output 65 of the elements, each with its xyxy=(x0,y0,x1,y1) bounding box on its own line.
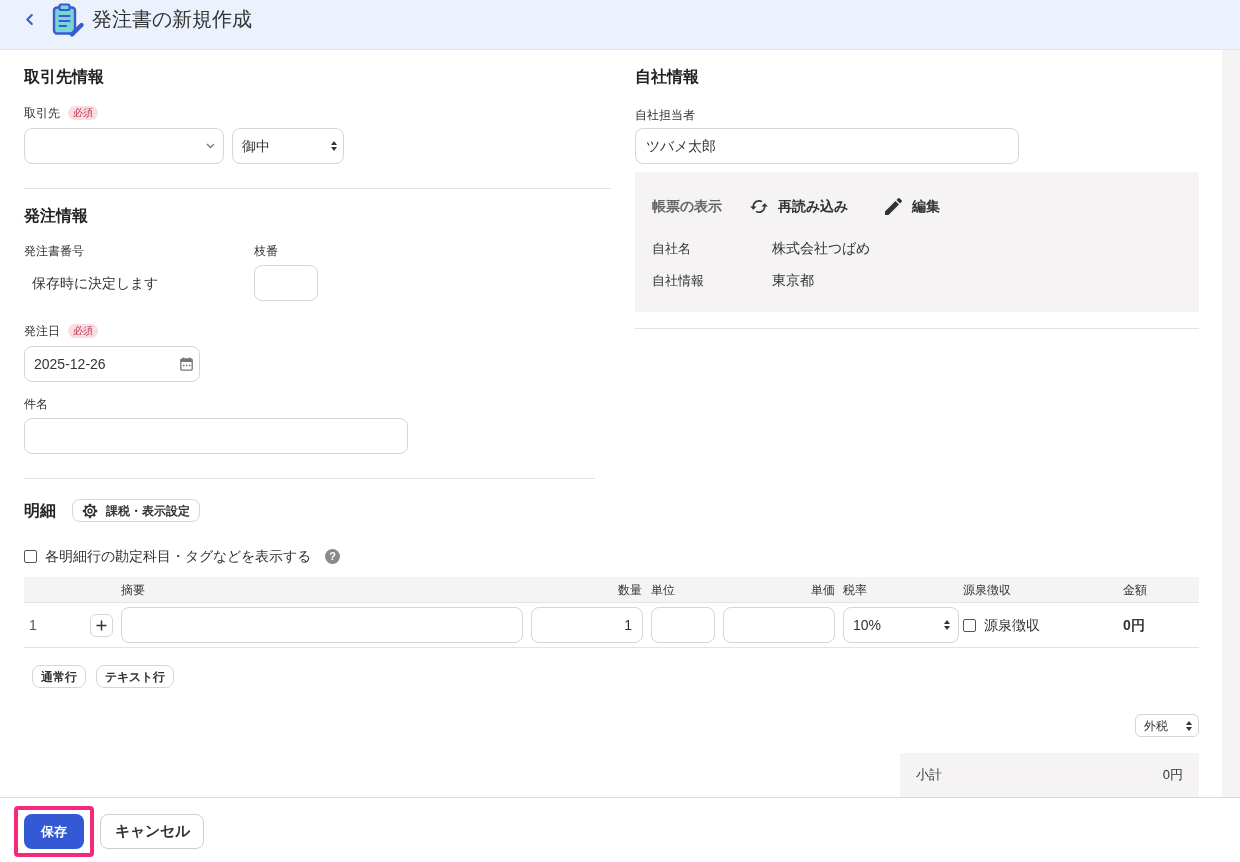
cancel-button[interactable]: キャンセル xyxy=(100,814,204,849)
required-badge: 必須 xyxy=(68,106,98,120)
section-heading: 発注情報 xyxy=(24,206,88,226)
section-heading: 明細 xyxy=(24,500,56,521)
column-header: 税率 xyxy=(843,582,867,597)
checkbox[interactable] xyxy=(963,618,976,632)
order-number-text: 保存時に決定します xyxy=(32,274,158,292)
summary-value: 0円 xyxy=(1162,766,1183,785)
field-label: 取引先 xyxy=(24,105,60,122)
unit-input[interactable] xyxy=(651,607,715,643)
chevron-down-icon xyxy=(206,143,215,149)
add-line-button[interactable]: 通常行 xyxy=(32,665,86,688)
plus-icon xyxy=(96,619,107,631)
tax-mode-select[interactable]: 外税 xyxy=(1135,714,1199,737)
clipboard-pencil-icon xyxy=(52,3,84,37)
unit-price-input[interactable] xyxy=(723,607,835,643)
field-label: 発注日 xyxy=(24,323,60,340)
info-value: 東京都 xyxy=(772,271,814,290)
column-header: 摘要 xyxy=(121,582,145,597)
amount-text: 0円 xyxy=(1123,617,1145,633)
tax-rate-select[interactable]: 10% xyxy=(843,607,959,643)
subject-input[interactable] xyxy=(24,418,408,454)
date-input[interactable]: 2025-12-26 xyxy=(24,346,200,382)
up-down-arrows-icon xyxy=(944,620,950,630)
required-badge: 必須 xyxy=(68,324,98,338)
section-heading: 取引先情報 xyxy=(24,67,104,87)
add-row-button[interactable] xyxy=(90,613,113,637)
column-header: 数量 xyxy=(618,582,642,597)
field-label: 件名 xyxy=(24,396,48,413)
add-line-button[interactable]: テキスト行 xyxy=(96,665,174,688)
chevron-left-icon xyxy=(25,13,33,25)
gear-icon xyxy=(82,502,98,519)
column-header: 源泉徴収 xyxy=(963,582,1011,597)
pencil-icon xyxy=(885,197,902,215)
save-button[interactable]: 保存 xyxy=(24,814,84,849)
calendar-icon xyxy=(180,357,193,371)
quantity-input[interactable]: 1 xyxy=(531,607,643,643)
section-heading: 自社情報 xyxy=(635,67,699,87)
tax-display-settings-button[interactable]: 課税・表示設定 xyxy=(72,499,200,522)
page-title: 発注書の新規作成 xyxy=(92,7,252,32)
checkbox[interactable] xyxy=(24,549,37,563)
row-number: 1 xyxy=(29,617,37,633)
branch-number-input[interactable] xyxy=(254,265,318,301)
column-header: 金額 xyxy=(1123,582,1147,597)
client-combobox[interactable] xyxy=(24,128,224,164)
staff-input[interactable]: ツバメ太郎 xyxy=(635,128,1019,164)
checkbox-label: 各明細行の勘定科目・タグなどを表示する xyxy=(45,547,311,565)
reload-button[interactable]: 再読み込み xyxy=(750,196,848,216)
edit-button[interactable]: 編集 xyxy=(885,196,940,216)
up-down-arrows-icon xyxy=(331,141,337,151)
info-value: 株式会社つばめ xyxy=(772,239,870,258)
description-input[interactable] xyxy=(121,607,523,643)
column-header: 単位 xyxy=(651,582,675,597)
field-label: 枝番 xyxy=(254,243,278,260)
up-down-arrows-icon xyxy=(1186,720,1192,731)
info-label: 自社名 xyxy=(652,239,691,258)
panel-heading: 帳票の表示 xyxy=(652,197,722,216)
honorific-select[interactable]: 御中 xyxy=(232,128,344,164)
field-label: 発注書番号 xyxy=(24,243,84,260)
column-header: 単価 xyxy=(811,582,835,597)
checkbox-label: 源泉徴収 xyxy=(984,615,1040,635)
refresh-icon xyxy=(750,199,768,213)
field-label: 自社担当者 xyxy=(635,107,695,124)
summary-label: 小計 xyxy=(916,766,942,785)
info-label: 自社情報 xyxy=(652,271,704,290)
